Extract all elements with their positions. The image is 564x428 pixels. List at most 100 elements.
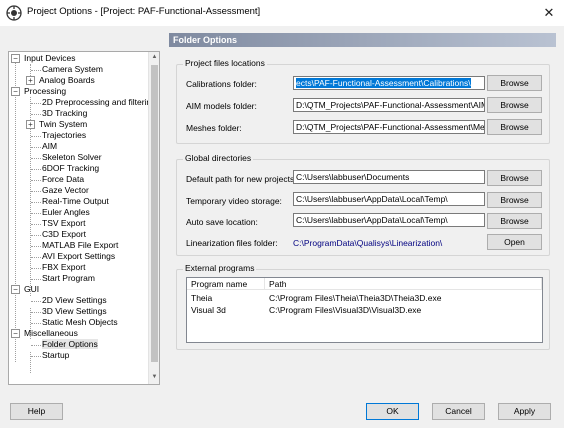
tree-line xyxy=(31,169,41,170)
calibrations-folder-label: Calibrations folder: xyxy=(186,79,257,89)
app-icon xyxy=(6,5,22,21)
tree-item-2d-preprocessing[interactable]: 2D Preprocessing and filtering xyxy=(42,97,156,108)
scroll-down-icon[interactable]: ▼ xyxy=(149,372,159,383)
help-button[interactable]: Help xyxy=(10,403,63,420)
tree-item-3d-view-settings[interactable]: 3D View Settings xyxy=(42,306,107,317)
tree-item-gaze-vector[interactable]: Gaze Vector xyxy=(42,185,89,196)
linearization-open-button[interactable]: Open xyxy=(487,234,542,250)
temp-video-storage-label: Temporary video storage: xyxy=(186,196,282,206)
tree-item-trajectories[interactable]: Trajectories xyxy=(42,130,86,141)
aim-models-folder-field[interactable]: D:\QTM_Projects\PAF-Functional-Assessmen… xyxy=(293,98,485,112)
tree-item-fbx-export[interactable]: FBX Export xyxy=(42,262,85,273)
tree-line xyxy=(31,202,41,203)
tree-line xyxy=(31,356,41,357)
tree-line xyxy=(31,70,41,71)
column-header-program-name[interactable]: Program name xyxy=(187,278,265,290)
tree-item-analog-boards[interactable]: Analog Boards xyxy=(39,75,95,86)
external-programs-group-label: External programs xyxy=(183,263,257,273)
collapse-icon[interactable]: − xyxy=(11,54,20,63)
tree-item-matlab-export[interactable]: MATLAB File Export xyxy=(42,240,118,251)
aim-models-browse-button[interactable]: Browse xyxy=(487,97,542,113)
tree-line xyxy=(15,58,16,362)
auto-save-location-field[interactable]: C:\Users\labbuser\AppData\Local\Temp\ xyxy=(293,213,485,227)
linearization-folder-label: Linearization files folder: xyxy=(186,238,278,248)
auto-save-location-label: Auto save location: xyxy=(186,217,258,227)
tree-line xyxy=(31,257,41,258)
tree-item-avi-export[interactable]: AVI Export Settings xyxy=(42,251,115,262)
linearization-folder-path: C:\ProgramData\Qualisys\Linearization\ xyxy=(293,238,443,248)
program-path-cell: C:\Program Files\Visual3D\Visual3D.exe xyxy=(269,305,422,315)
tree-line xyxy=(31,136,41,137)
tree-line xyxy=(31,235,41,236)
title-bar: Project Options - [Project: PAF-Function… xyxy=(0,0,564,26)
options-tree[interactable]: − Input Devices Camera System + Analog B… xyxy=(8,51,160,385)
tree-line xyxy=(31,114,41,115)
tree-item-c3d-export[interactable]: C3D Export xyxy=(42,229,86,240)
temp-video-browse-button[interactable]: Browse xyxy=(487,192,542,208)
collapse-icon[interactable]: − xyxy=(11,87,20,96)
window-title: Project Options - [Project: PAF-Function… xyxy=(27,6,261,17)
default-path-browse-button[interactable]: Browse xyxy=(487,170,542,186)
default-path-label: Default path for new projects: xyxy=(186,174,297,184)
auto-save-browse-button[interactable]: Browse xyxy=(487,213,542,229)
meshes-browse-button[interactable]: Browse xyxy=(487,119,542,135)
tree-item-processing[interactable]: Processing xyxy=(24,86,66,97)
tree-scrollbar[interactable]: ▲ ▼ xyxy=(148,52,159,384)
tree-item-6dof-tracking[interactable]: 6DOF Tracking xyxy=(42,163,99,174)
tree-item-force-data[interactable]: Force Data xyxy=(42,174,84,185)
tree-item-input-devices[interactable]: Input Devices xyxy=(24,53,76,64)
tree-item-skeleton-solver[interactable]: Skeleton Solver xyxy=(42,152,102,163)
calibrations-folder-field[interactable]: ects\PAF-Functional-Assessment\Calibrati… xyxy=(293,76,485,90)
tree-line xyxy=(31,301,41,302)
tree-line xyxy=(31,158,41,159)
tree-line xyxy=(31,345,41,346)
expand-icon[interactable]: + xyxy=(26,120,35,129)
column-header-path[interactable]: Path xyxy=(265,278,542,290)
calibrations-browse-button[interactable]: Browse xyxy=(487,75,542,91)
meshes-folder-label: Meshes folder: xyxy=(186,123,242,133)
tree-line xyxy=(31,191,41,192)
tree-item-folder-options[interactable]: Folder Options xyxy=(42,339,98,350)
tree-line xyxy=(31,213,41,214)
tree-item-3d-tracking[interactable]: 3D Tracking xyxy=(42,108,87,119)
global-directories-group-label: Global directories xyxy=(183,153,254,163)
tree-line xyxy=(31,103,41,104)
tree-line xyxy=(31,312,41,313)
program-name-cell: Visual 3d xyxy=(191,305,226,315)
tree-item-start-program[interactable]: Start Program xyxy=(42,273,95,284)
tree-item-static-mesh-objects[interactable]: Static Mesh Objects xyxy=(42,317,118,328)
tree-line xyxy=(31,246,41,247)
tree-line xyxy=(31,268,41,269)
collapse-icon[interactable]: − xyxy=(11,285,20,294)
tree-item-tsv-export[interactable]: TSV Export xyxy=(42,218,85,229)
panel-header: Folder Options xyxy=(169,33,556,47)
tree-item-2d-view-settings[interactable]: 2D View Settings xyxy=(42,295,107,306)
cancel-button[interactable]: Cancel xyxy=(432,403,485,420)
meshes-folder-field[interactable]: D:\QTM_Projects\PAF-Functional-Assessmen… xyxy=(293,120,485,134)
tree-item-twin-system[interactable]: Twin System xyxy=(39,119,87,130)
tree-item-miscellaneous[interactable]: Miscellaneous xyxy=(24,328,78,339)
aim-models-folder-label: AIM models folder: xyxy=(186,101,257,111)
tree-item-startup[interactable]: Startup xyxy=(42,350,69,361)
collapse-icon[interactable]: − xyxy=(11,329,20,338)
tree-line xyxy=(31,279,41,280)
expand-icon[interactable]: + xyxy=(26,76,35,85)
tree-item-aim[interactable]: AIM xyxy=(42,141,57,152)
tree-item-euler-angles[interactable]: Euler Angles xyxy=(42,207,90,218)
external-programs-table[interactable]: Program name Path Theia C:\Program Files… xyxy=(186,277,543,343)
tree-item-gui[interactable]: GUI xyxy=(24,284,39,295)
temp-video-storage-field[interactable]: C:\Users\labbuser\AppData\Local\Temp\ xyxy=(293,192,485,206)
tree-line xyxy=(31,224,41,225)
tree-line xyxy=(31,180,41,181)
apply-button[interactable]: Apply xyxy=(498,403,551,420)
scroll-up-icon[interactable]: ▲ xyxy=(149,52,159,63)
tree-item-camera-system[interactable]: Camera System xyxy=(42,64,103,75)
default-path-field[interactable]: C:\Users\labbuser\Documents xyxy=(293,170,485,184)
ok-button[interactable]: OK xyxy=(366,403,419,420)
scroll-thumb[interactable] xyxy=(151,65,158,362)
tree-item-real-time-output[interactable]: Real-Time Output xyxy=(42,196,109,207)
close-icon[interactable]: ✕ xyxy=(534,0,564,26)
program-name-cell: Theia xyxy=(191,293,213,303)
tree-line xyxy=(31,323,41,324)
project-files-group-label: Project files locations xyxy=(183,58,267,68)
